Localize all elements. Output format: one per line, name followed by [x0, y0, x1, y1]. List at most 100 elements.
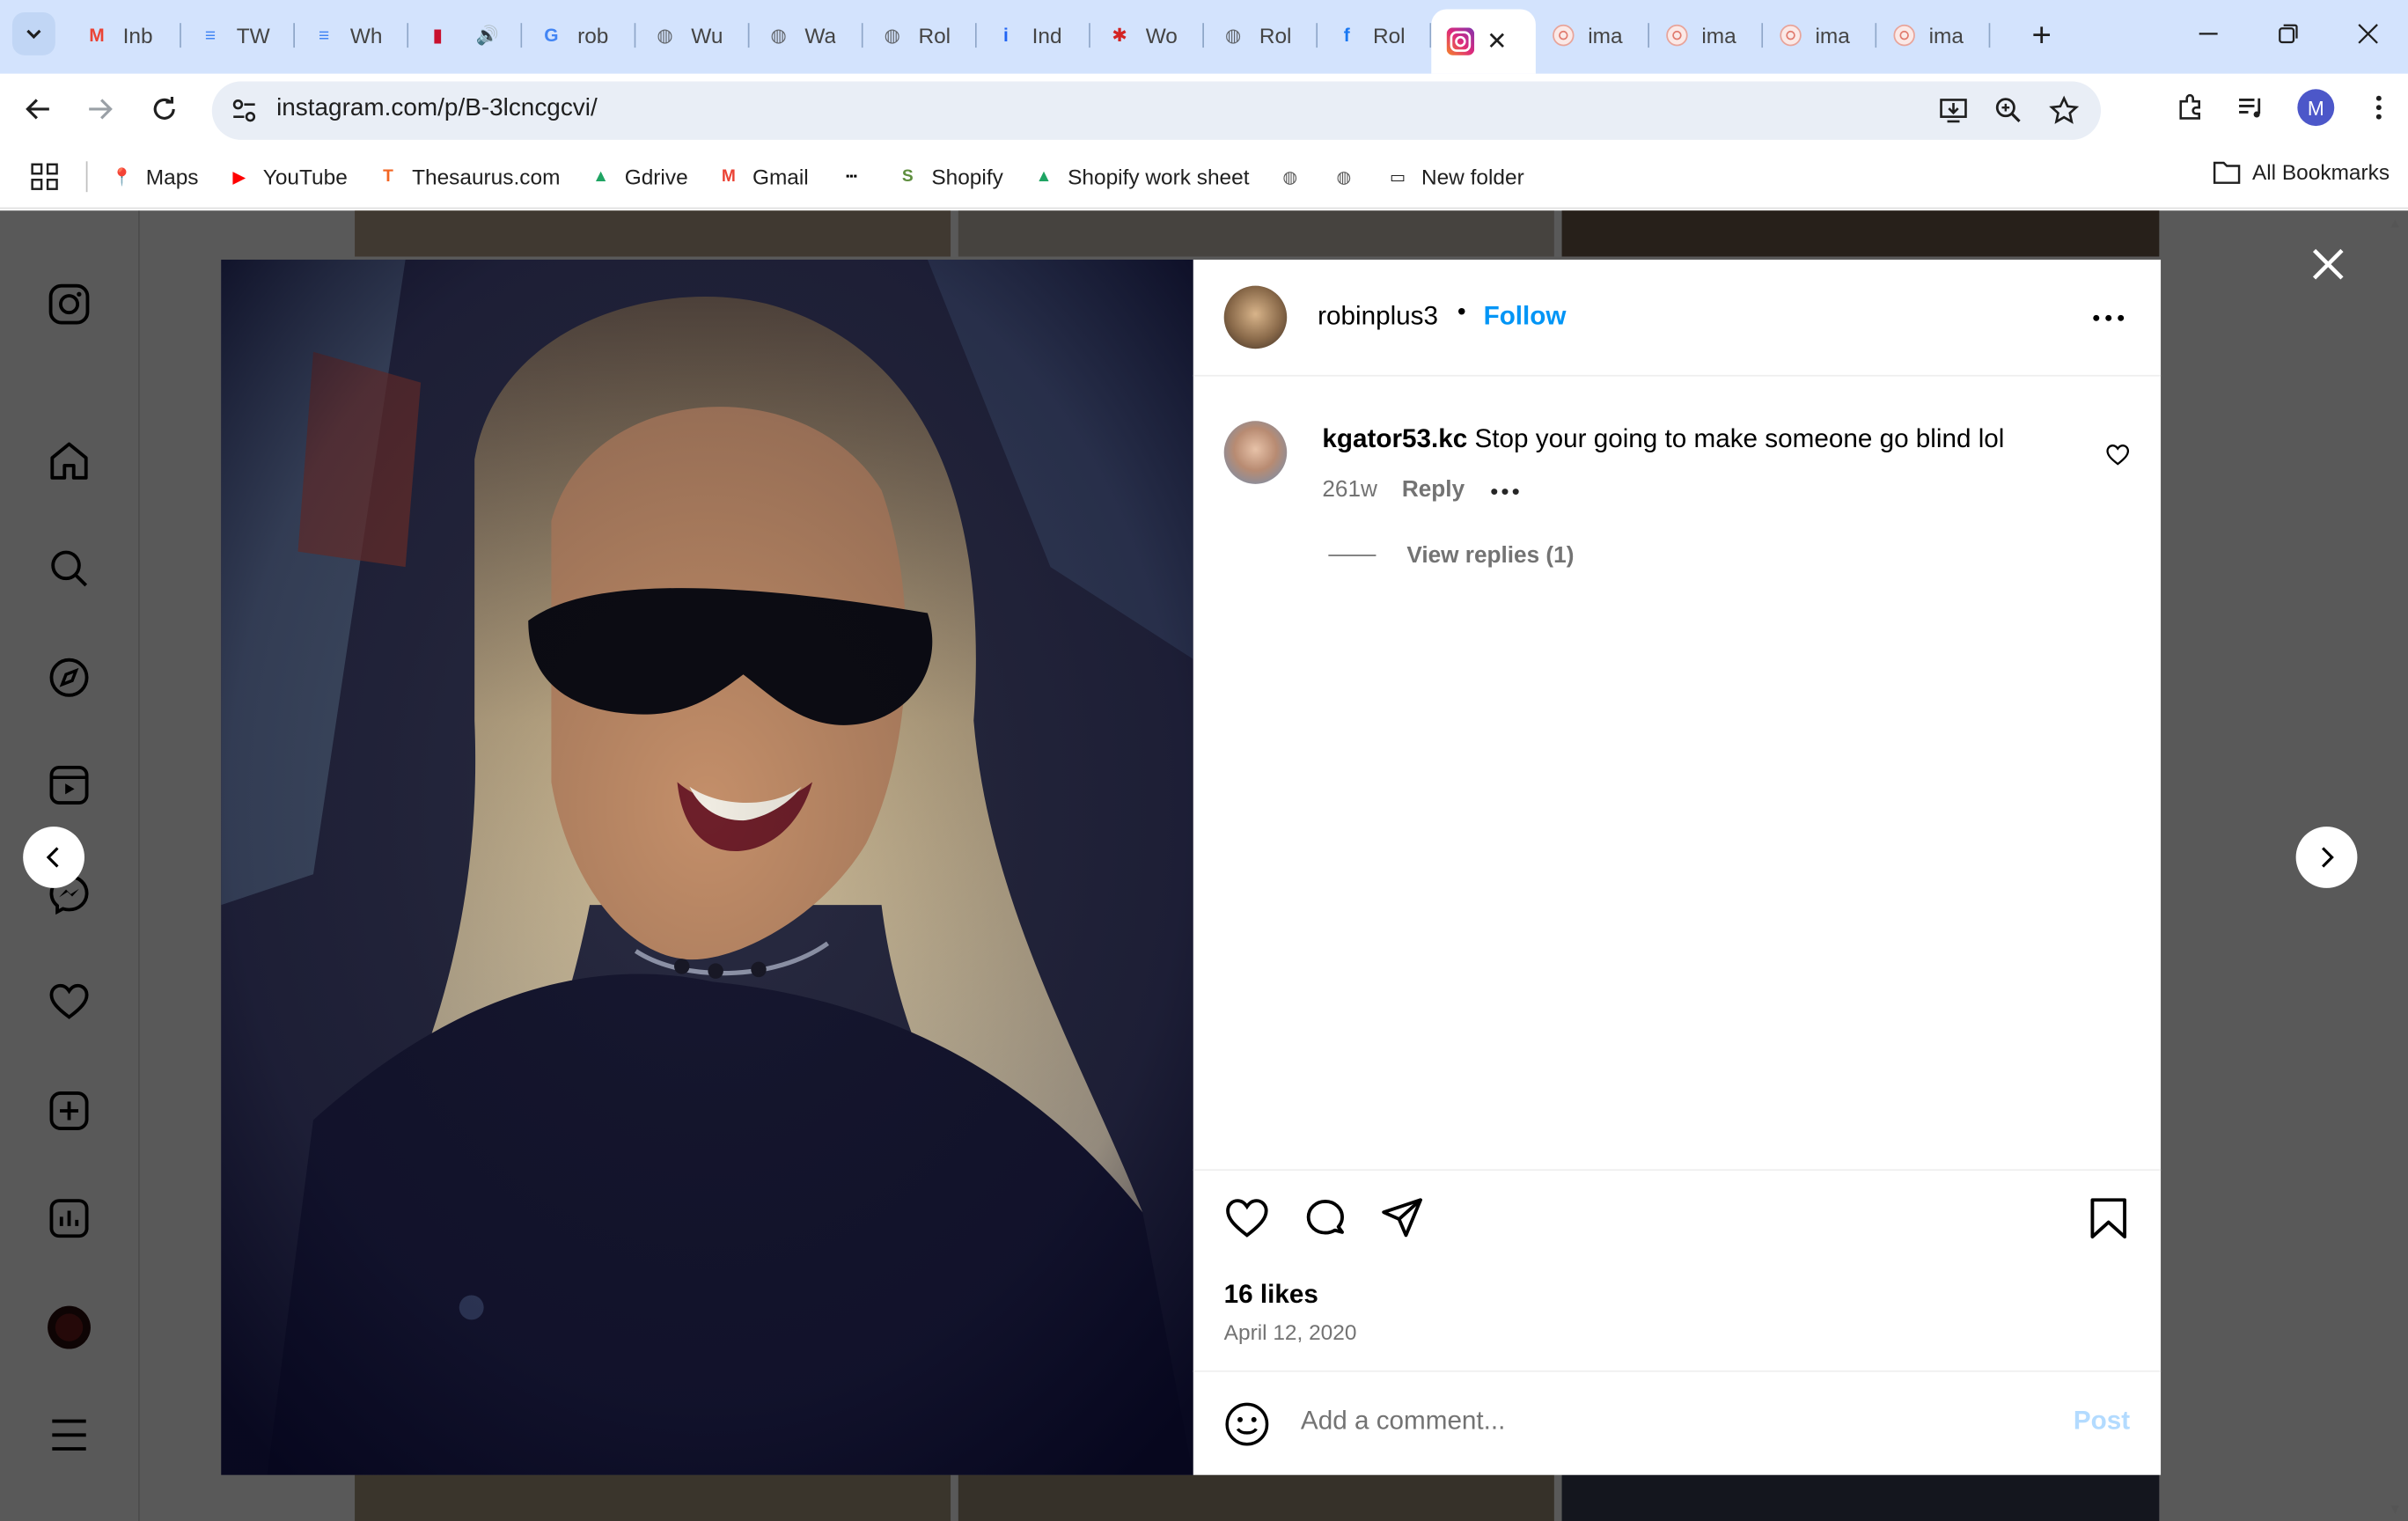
toolbar-right: M	[2175, 89, 2393, 127]
browser-tab[interactable]: ima	[1763, 9, 1877, 61]
close-tab-icon[interactable]: ✕	[1487, 26, 1507, 57]
browser-tab[interactable]: M Inb	[68, 9, 181, 61]
bookmark-label: Shopify work sheet	[1068, 164, 1250, 189]
bookmark-item[interactable]: ▲ Gdrive	[588, 164, 688, 190]
close-modal-button[interactable]	[2303, 239, 2353, 297]
shopify-icon: S	[901, 167, 914, 187]
emoji-button[interactable]	[1224, 1401, 1270, 1455]
docs-icon: ≡	[319, 24, 330, 47]
reply-button[interactable]: Reply	[1402, 476, 1465, 503]
bookmark-label: Gmail	[752, 164, 809, 189]
maps-icon: 📍	[111, 168, 133, 187]
close-window-button[interactable]	[2328, 0, 2408, 68]
profile-avatar[interactable]: M	[2297, 89, 2335, 127]
bookmark-item[interactable]: S Shopify	[894, 164, 1003, 190]
restore-icon	[2279, 24, 2298, 44]
emoji-icon	[1225, 1402, 1269, 1446]
extensions-icon[interactable]	[2175, 92, 2206, 123]
bookmark-item[interactable]: ▭ New folder	[1384, 164, 1524, 190]
bookmark-item[interactable]: 📍 Maps	[109, 164, 199, 190]
browser-tab[interactable]: Grob	[522, 9, 636, 61]
browser-tab[interactable]: ima	[1876, 9, 1991, 61]
active-tab-instagram[interactable]: ✕	[1431, 9, 1536, 74]
address-bar[interactable]: instagram.com/p/B-3lcncgcvi/	[211, 81, 2102, 140]
bookmark-star-icon[interactable]	[2049, 95, 2080, 126]
author-username[interactable]: robinplus3	[1318, 301, 1438, 332]
view-replies-button[interactable]: View replies (1)	[1328, 542, 1574, 569]
browser-tab[interactable]: ◍ Rol	[1204, 9, 1318, 61]
docs-icon: ≡	[204, 24, 217, 47]
bookmark-item[interactable]: ◍	[1277, 164, 1303, 190]
url-text[interactable]: instagram.com/p/B-3lcncgcvi/	[276, 95, 598, 122]
next-post-button[interactable]	[2295, 827, 2358, 888]
browser-tab[interactable]: ≡ Wh	[295, 9, 409, 61]
likes-count[interactable]: 16 likes	[1224, 1280, 1318, 1311]
globe-icon: ◍	[1224, 24, 1242, 47]
arrow-left-icon	[26, 99, 49, 120]
save-button[interactable]	[2086, 1195, 2132, 1241]
tab-title: ima	[1928, 23, 1964, 48]
image-loading-icon	[1666, 24, 1688, 47]
new-tab-button[interactable]: +	[2032, 15, 2052, 55]
comment-age[interactable]: 261w	[1322, 476, 1377, 503]
comment-meta: 261w Reply	[1322, 476, 1520, 503]
back-button[interactable]	[18, 89, 58, 129]
thesaurus-icon: T	[383, 167, 393, 187]
commenter-avatar[interactable]	[1223, 421, 1288, 484]
browser-tab[interactable]: ima	[1536, 9, 1650, 61]
install-app-icon[interactable]	[1938, 95, 1969, 126]
browser-tab[interactable]: ◍ Rol	[863, 9, 977, 61]
post-options-button[interactable]	[2090, 299, 2127, 344]
like-button[interactable]	[1224, 1195, 1270, 1241]
post-photo[interactable]	[221, 259, 1193, 1475]
post-date[interactable]: April 12, 2020	[1224, 1319, 1357, 1344]
folder-icon	[2213, 161, 2240, 184]
bookmark-item[interactable]: ▶ YouTube	[226, 164, 347, 190]
drive-icon: ▲	[1035, 167, 1053, 187]
tab-strip: M Inb ≡ TW ≡ Wh ▮ 🔊 Grob ◍ Wu ◍ Wa ◍ Rol i Ind ✱ Wo ◍ Rol f Ro…	[0, 0, 2408, 74]
browser-tab[interactable]: ima	[1649, 9, 1764, 61]
bbc-icon: ▪▪▪	[846, 171, 858, 182]
comment-options-button[interactable]	[1489, 476, 1520, 503]
bookmark-item[interactable]: ◍	[1331, 164, 1357, 190]
instagram-page: robinplus3 • Follow kgator53.kc Stop you…	[0, 210, 2408, 1521]
comment-button[interactable]	[1303, 1195, 1348, 1241]
reload-button[interactable]	[144, 89, 184, 129]
post-modal: robinplus3 • Follow kgator53.kc Stop you…	[221, 259, 2162, 1475]
browser-tab[interactable]: ≡ TW	[181, 9, 296, 61]
share-button[interactable]	[1379, 1195, 1425, 1241]
commenter-username[interactable]: kgator53.kc	[1322, 424, 1467, 453]
forward-button[interactable]	[80, 89, 120, 129]
bookmark-item[interactable]: M Gmail	[716, 164, 809, 190]
site-info-icon[interactable]	[231, 97, 258, 132]
audio-playing-icon[interactable]: 🔊	[476, 25, 499, 46]
browser-tab[interactable]: ◍ Wu	[635, 9, 750, 61]
browser-tab[interactable]: i Ind	[977, 9, 1090, 61]
like-comment-button[interactable]	[2105, 443, 2130, 475]
restore-button[interactable]	[2249, 0, 2329, 68]
bookmark-icon	[2090, 1198, 2126, 1239]
bookmark-item[interactable]: ▲ Shopify work sheet	[1031, 164, 1250, 190]
browser-tab[interactable]: f Rol	[1318, 9, 1432, 61]
media-controls-icon[interactable]	[2236, 92, 2267, 123]
browser-tab[interactable]: ✱ Wo	[1090, 9, 1205, 61]
minimize-button[interactable]	[2169, 0, 2249, 68]
post-comment-button[interactable]: Post	[2074, 1406, 2130, 1436]
tab-title: Rol	[1372, 23, 1406, 48]
bookmarks-bar: 📍 Maps ▶ YouTube T Thesaurus.com ▲ Gdrive M Gmail…	[0, 144, 2408, 209]
previous-post-button[interactable]	[23, 827, 84, 888]
follow-button[interactable]: Follow	[1484, 301, 1567, 332]
author-avatar[interactable]	[1223, 285, 1288, 349]
scroll-down-arrow[interactable]: ▼	[2388, 1501, 2402, 1516]
bookmark-item[interactable]: ▪▪▪	[836, 164, 867, 190]
bookmark-item[interactable]: T Thesaurus.com	[375, 164, 560, 190]
kebab-menu-icon[interactable]	[2365, 93, 2392, 121]
comment-input[interactable]: Add a comment...	[1301, 1406, 1505, 1436]
all-bookmarks-button[interactable]: All Bookmarks	[2213, 160, 2390, 184]
browser-tab[interactable]: ▮ 🔊	[408, 9, 523, 61]
scroll-up-arrow[interactable]: ▲	[2388, 215, 2402, 230]
tab-search-button[interactable]	[11, 11, 55, 55]
browser-tab[interactable]: ◍ Wa	[750, 9, 863, 61]
zoom-icon[interactable]	[1993, 95, 2024, 126]
apps-grid-icon[interactable]	[31, 163, 58, 190]
